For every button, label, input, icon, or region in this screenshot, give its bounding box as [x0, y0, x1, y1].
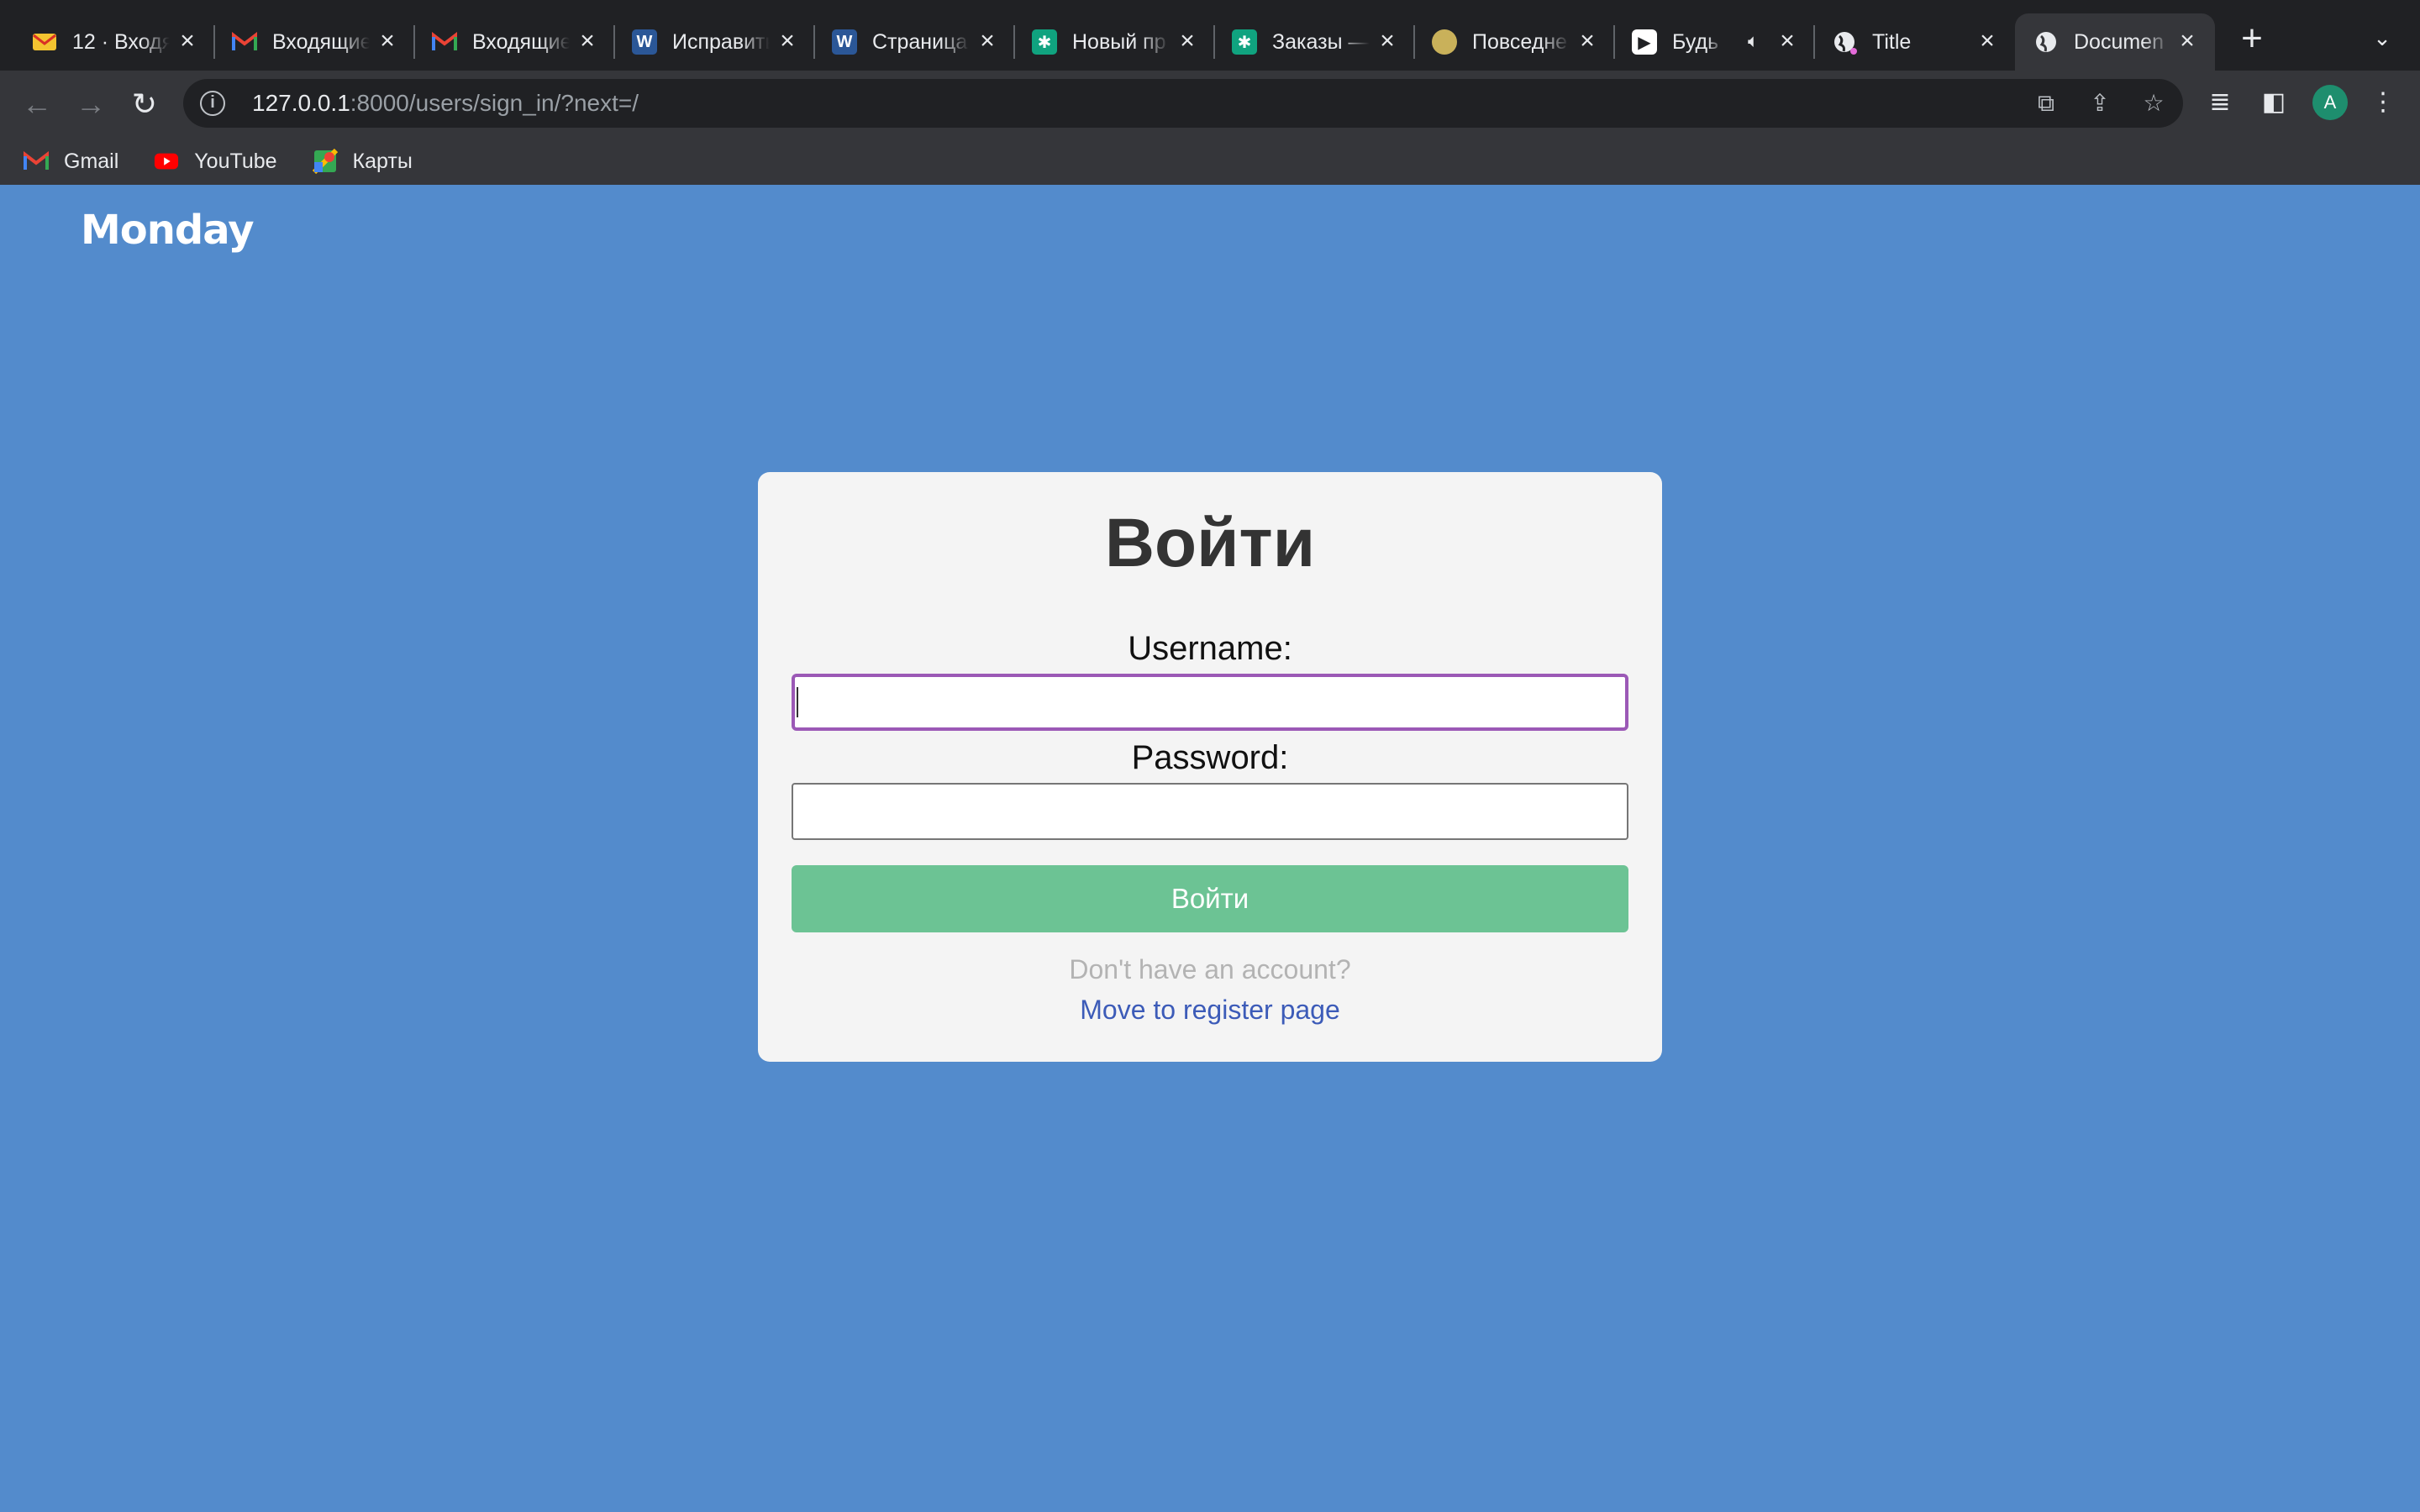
- register-link[interactable]: Move to register page: [758, 995, 1662, 1026]
- maps-icon: [312, 149, 338, 174]
- tab-title: Новый пр: [1072, 29, 1166, 54]
- bookmark-gmail[interactable]: Gmail: [24, 149, 118, 174]
- close-icon[interactable]: ×: [1175, 29, 1200, 54]
- tab-everyday[interactable]: Повседне ×: [1400, 13, 1615, 71]
- tab-title: Заказы —: [1272, 29, 1370, 54]
- tab-title: Будь: [1672, 29, 1719, 54]
- chatgpt-icon: ✱: [1232, 29, 1257, 55]
- youtube-icon: [154, 149, 179, 174]
- bookmark-star-icon[interactable]: ☆: [2139, 89, 2168, 118]
- tab-gmail-inbox-2[interactable]: Входящие ×: [400, 13, 615, 71]
- tab-gmail-inbox[interactable]: Входящие ×: [200, 13, 415, 71]
- play-icon: ▶: [1632, 29, 1657, 55]
- info-icon[interactable]: i: [200, 91, 225, 116]
- image-site-icon: [1432, 29, 1457, 55]
- globe-icon: [1832, 29, 1857, 55]
- address-url[interactable]: 127.0.0.1:8000/users/sign_in/?next=/: [252, 90, 639, 117]
- password-label: Password:: [1131, 739, 1289, 776]
- password-input[interactable]: [792, 783, 1628, 840]
- bookmark-youtube[interactable]: YouTube: [154, 149, 277, 174]
- bookmark-label: Gmail: [64, 149, 119, 173]
- speaker-icon[interactable]: 🔈︎: [1748, 30, 1759, 52]
- word-icon: W: [832, 29, 857, 55]
- close-icon[interactable]: ×: [1975, 29, 2000, 54]
- profile-avatar[interactable]: A: [2312, 85, 2348, 120]
- tab-chatgpt-orders[interactable]: ✱ Заказы — ×: [1200, 13, 1415, 71]
- address-bar[interactable]: i 127.0.0.1:8000/users/sign_in/?next=/ ⧉…: [183, 79, 2183, 128]
- browser-tab-strip: 12 · Входящие × Входящие × Входящие × W …: [0, 0, 2420, 71]
- menu-kebab-icon[interactable]: ⋮: [2366, 86, 2400, 119]
- sign-in-card: Войти Username: Password: Войти Don't ha…: [758, 472, 1662, 1062]
- side-panel-icon[interactable]: ◧: [2257, 86, 2291, 119]
- globe-icon: [2033, 29, 2059, 55]
- forward-arrow-icon[interactable]: →: [71, 84, 111, 124]
- tab-title: Documen: [2074, 29, 2164, 54]
- bookmark-maps[interactable]: Карты: [312, 149, 413, 174]
- tab-title: 12 · Входящие: [72, 29, 170, 54]
- gmail-icon: [232, 29, 257, 55]
- close-icon[interactable]: ×: [775, 29, 800, 54]
- tab-title: Входящие: [472, 29, 570, 54]
- close-icon[interactable]: ×: [175, 29, 200, 54]
- share-icon[interactable]: ⇪: [2086, 89, 2114, 118]
- tab-chatgpt-new[interactable]: ✱ Новый пр ×: [1000, 13, 1215, 71]
- monday-logo[interactable]: Monday: [81, 207, 254, 254]
- close-icon[interactable]: ×: [2175, 29, 2200, 54]
- bookmark-label: YouTube: [194, 149, 277, 173]
- tab-document-active[interactable]: Documen ×: [2015, 13, 2215, 71]
- username-label: Username:: [1128, 630, 1292, 667]
- tab-title: Исправить: [672, 29, 770, 54]
- media-queue-icon[interactable]: ≣: [2203, 86, 2237, 119]
- tab-gmail-inbox-count[interactable]: 12 · Входящие ×: [0, 13, 215, 71]
- tab-audio-playing[interactable]: ▶ Будь 🔈︎ ×: [1600, 13, 1815, 71]
- tab-title: Страница: [872, 29, 968, 54]
- gmail-icon: [432, 29, 457, 55]
- tab-title: Входящие: [272, 29, 370, 54]
- chatgpt-icon: ✱: [1032, 29, 1057, 55]
- page-content: Monday Войти Username: Password: Войти D…: [0, 185, 2420, 1512]
- text-caret: [797, 687, 798, 717]
- close-icon[interactable]: ×: [1375, 29, 1400, 54]
- tab-word-fix[interactable]: W Исправить ×: [600, 13, 815, 71]
- close-icon[interactable]: ×: [1775, 29, 1800, 54]
- gmail-envelope-icon: [32, 29, 57, 55]
- reload-icon[interactable]: ↻: [124, 84, 165, 124]
- close-icon[interactable]: ×: [975, 29, 1000, 54]
- tab-word-page[interactable]: W Страница ×: [800, 13, 1015, 71]
- gmail-icon: [24, 149, 49, 174]
- tab-title: Title: [1872, 29, 1912, 54]
- tab-title-page[interactable]: Title ×: [1800, 13, 2015, 71]
- close-icon[interactable]: ×: [375, 29, 400, 54]
- translate-icon[interactable]: ⧉: [2032, 89, 2060, 118]
- no-account-text: Don't have an account?: [1069, 954, 1351, 984]
- bookmarks-bar: Gmail YouTube Карты: [0, 138, 2420, 185]
- username-input[interactable]: [792, 674, 1628, 731]
- new-tab-button[interactable]: +: [2235, 20, 2269, 57]
- bookmark-label: Карты: [352, 149, 413, 173]
- sign-in-button[interactable]: Войти: [792, 865, 1628, 932]
- word-icon: W: [632, 29, 657, 55]
- tab-title: Повседне: [1472, 29, 1568, 54]
- chevron-down-icon[interactable]: ⌄: [2368, 25, 2396, 54]
- close-icon[interactable]: ×: [1575, 29, 1600, 54]
- page-title: Войти: [1104, 505, 1316, 581]
- back-arrow-icon[interactable]: ←: [17, 84, 57, 124]
- close-icon[interactable]: ×: [575, 29, 600, 54]
